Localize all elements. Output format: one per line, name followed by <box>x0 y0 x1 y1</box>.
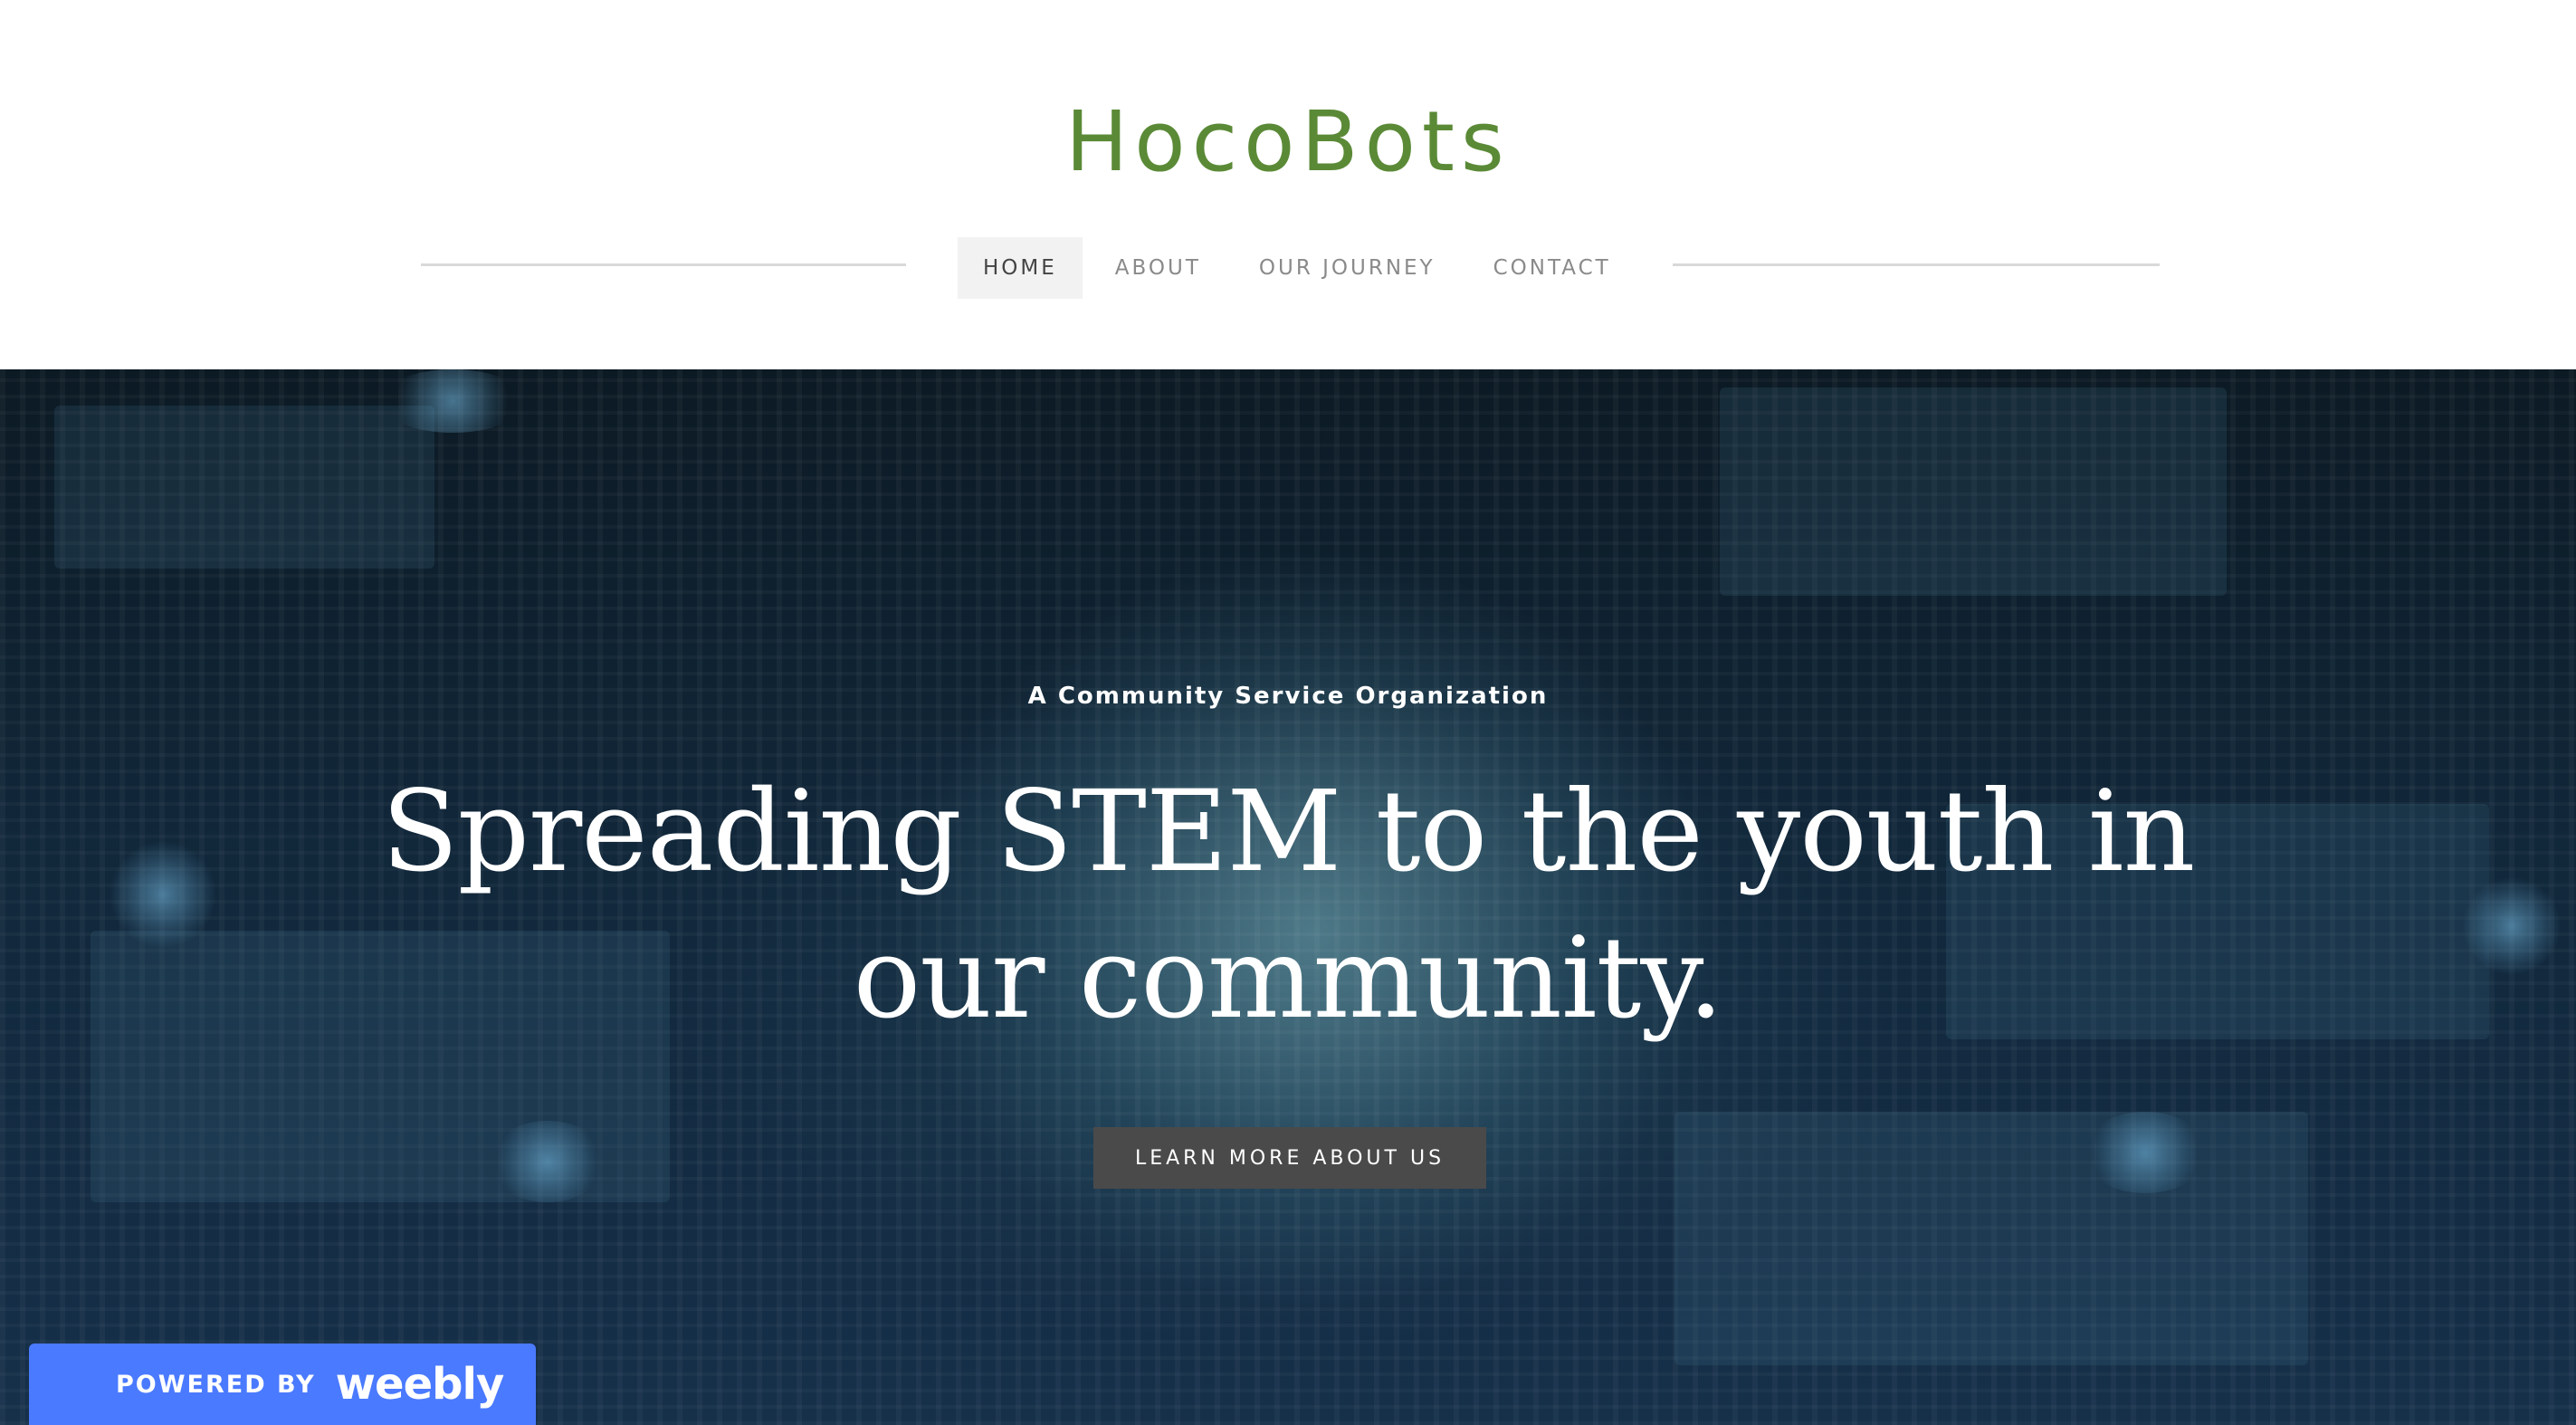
hero-background-shape <box>54 406 434 569</box>
hero-background-shape <box>1720 387 2227 596</box>
hero-light-glow <box>380 369 525 433</box>
nav-divider-left <box>421 263 906 266</box>
hero-light-glow <box>109 840 217 949</box>
hero-light-glow <box>2462 876 2562 976</box>
powered-by-label: POWERED BY <box>116 1370 316 1399</box>
nav-item-contact[interactable]: CONTACT <box>1468 237 1636 299</box>
hero-light-glow <box>2082 1112 2209 1193</box>
hero-light-glow <box>489 1121 606 1202</box>
hero-title: Spreading STEM to the youth in our commu… <box>381 767 2196 1044</box>
nav-item-about[interactable]: ABOUT <box>1090 237 1226 299</box>
learn-more-button[interactable]: LEARN MORE ABOUT US <box>1093 1127 1486 1189</box>
weebly-logo: weebly <box>335 1359 505 1410</box>
main-nav: HOME ABOUT OUR JOURNEY CONTACT <box>958 237 1644 299</box>
nav-item-home[interactable]: HOME <box>958 237 1083 299</box>
nav-divider-right <box>1673 263 2160 266</box>
nav-item-our-journey[interactable]: OUR JOURNEY <box>1234 237 1461 299</box>
hero-background-shape <box>1674 1112 2308 1365</box>
powered-by-weebly-badge[interactable]: POWERED BY weebly <box>29 1344 536 1425</box>
site-title[interactable]: HocoBots <box>0 83 2576 201</box>
hero-subtitle: A Community Service Organization <box>1027 683 1549 710</box>
site-header: HocoBots HOME ABOUT OUR JOURNEY CONTACT <box>0 0 2576 369</box>
